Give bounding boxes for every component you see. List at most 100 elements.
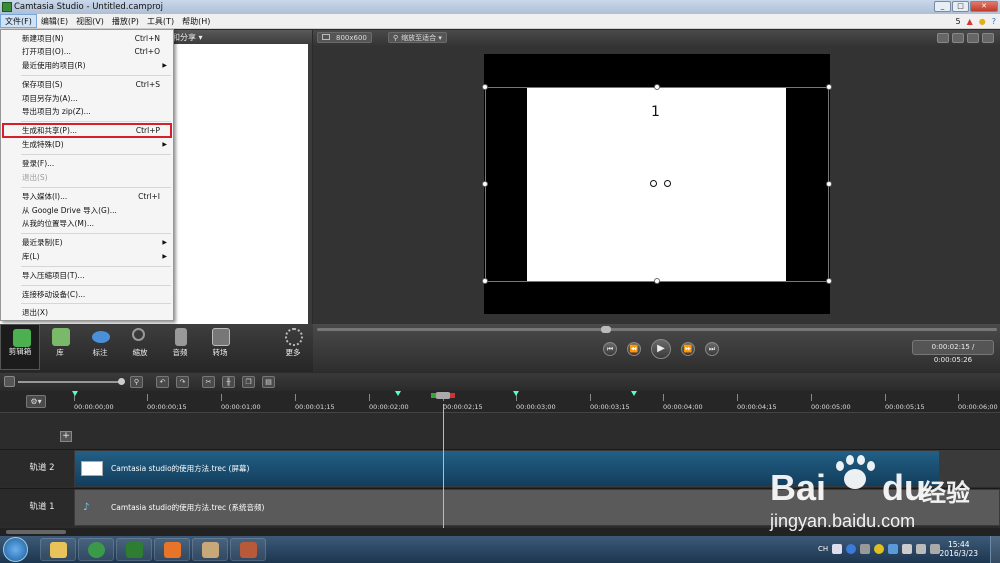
tab-library[interactable]: 库 — [40, 324, 80, 370]
clip-marker-icon[interactable] — [395, 391, 401, 396]
zoom-search-icon[interactable] — [4, 376, 15, 387]
clip-marker-icon[interactable] — [72, 391, 78, 396]
tab-transitions[interactable]: 转场 — [200, 324, 240, 370]
track-name[interactable]: 轨道 2 — [0, 450, 74, 487]
menu-item-new-project[interactable]: 新建项目(N) Ctrl+N — [2, 32, 172, 45]
tab-zoom[interactable]: 缩放 — [120, 324, 160, 370]
menu-item-recent-recordings[interactable]: 最近录制(E) ▶ — [2, 236, 172, 249]
move-handle-icon[interactable] — [664, 180, 671, 187]
redo-icon[interactable]: ↷ — [176, 376, 189, 388]
resize-handle[interactable] — [826, 278, 832, 284]
jump-start-button[interactable]: ⏮ — [603, 342, 617, 356]
cut-icon[interactable]: ✂ — [202, 376, 215, 388]
tab-audio[interactable]: 音频 — [160, 324, 200, 370]
playhead[interactable] — [431, 392, 455, 399]
taskbar-recorder[interactable] — [230, 538, 266, 561]
lightbulb-icon[interactable]: ● — [979, 14, 986, 29]
zoom-slider-knob[interactable] — [118, 378, 125, 385]
menu-tools[interactable]: 工具(T) — [143, 14, 178, 28]
volume-icon[interactable] — [916, 544, 926, 554]
taskbar-paint[interactable] — [192, 538, 228, 561]
timeline-zoom-slider[interactable] — [18, 381, 122, 383]
canvas-size-dropdown[interactable]: 800x600 — [317, 32, 372, 43]
menu-item-exit[interactable]: 退出(X) — [2, 306, 172, 319]
taskbar-explorer[interactable] — [40, 538, 76, 561]
track-name[interactable]: 轨道 1 — [0, 489, 74, 526]
menu-item-save-project[interactable]: 保存项目(S) Ctrl+S — [2, 78, 172, 91]
tray-app-icon[interactable] — [888, 544, 898, 554]
menu-item-open-project[interactable]: 打开项目(O)... Ctrl+O — [2, 45, 172, 58]
menu-item-save-as[interactable]: 项目另存为(A)... — [2, 92, 172, 105]
menu-item-connect-mobile[interactable]: 连接移动设备(C)... — [2, 288, 172, 301]
preview-canvas[interactable]: 1 — [482, 54, 832, 314]
pan-icon[interactable] — [952, 33, 964, 43]
keyboard-icon[interactable] — [832, 544, 842, 554]
menu-edit[interactable]: 编辑(E) — [37, 14, 72, 28]
taskbar-app-orange[interactable] — [154, 538, 190, 561]
jump-end-button[interactable]: ⏭ — [705, 342, 719, 356]
menu-item-import-my-place[interactable]: 从我的位置导入(M)... — [2, 217, 172, 230]
play-button[interactable]: ▶ — [651, 339, 671, 359]
menu-view[interactable]: 视图(V) — [72, 14, 108, 28]
menu-item-import-google-drive[interactable]: 从 Google Drive 导入(G)... — [2, 204, 172, 217]
flag-icon[interactable] — [902, 544, 912, 554]
menu-item-produce-special[interactable]: 生成特殊(D) ▶ — [2, 138, 172, 151]
menu-item-import-media[interactable]: 导入媒体(I)... Ctrl+I — [2, 190, 172, 203]
language-indicator[interactable]: CH — [818, 545, 828, 553]
fast-forward-button[interactable]: ⏩ — [681, 342, 695, 356]
tab-more[interactable]: 更多 — [273, 324, 313, 370]
resize-handle[interactable] — [482, 278, 488, 284]
scrubber-knob[interactable] — [601, 326, 611, 333]
start-button[interactable] — [3, 537, 28, 562]
menu-item-import-zip[interactable]: 导入压缩项目(T)... — [2, 269, 172, 282]
clip-marker-icon[interactable] — [513, 391, 519, 396]
close-button[interactable]: ✕ — [970, 1, 998, 12]
alert-icon[interactable]: ▲ — [967, 14, 973, 29]
zoom-in-icon[interactable]: ⚲ — [130, 376, 143, 388]
zoom-dropdown[interactable]: ⚲ 缩放至适合 ▾ — [388, 32, 447, 43]
maximize-button[interactable]: □ — [952, 1, 969, 12]
tab-clip-bin[interactable]: 剪辑箱 — [0, 324, 40, 370]
help-icon[interactable]: ? — [992, 14, 996, 29]
tab-callouts[interactable]: 标注 — [80, 324, 120, 370]
menu-play[interactable]: 播放(P) — [108, 14, 143, 28]
fullscreen-icon[interactable] — [982, 33, 994, 43]
empty-track-area[interactable]: + — [0, 414, 1000, 449]
timeline-ruler[interactable]: ⚙▾ 00:00:00;00 00:00:00;15 00:00:01;00 0… — [0, 391, 1000, 413]
gear-icon[interactable]: ⚙▾ — [26, 395, 46, 408]
help-tray-icon[interactable] — [846, 544, 856, 554]
minimize-button[interactable]: _ — [934, 1, 951, 12]
taskbar-camtasia[interactable] — [116, 538, 152, 561]
security-icon[interactable] — [874, 544, 884, 554]
scrollbar-thumb[interactable] — [6, 530, 66, 534]
preview-scrubber[interactable] — [317, 328, 997, 331]
resize-handle[interactable] — [826, 84, 832, 90]
menu-file[interactable]: 文件(F) — [0, 14, 37, 28]
resize-handle[interactable] — [654, 84, 660, 90]
split-icon[interactable]: ╫ — [222, 376, 235, 388]
resize-handle[interactable] — [654, 278, 660, 284]
tray-extra-icon[interactable] — [930, 544, 940, 554]
taskbar-app-green[interactable] — [78, 538, 114, 561]
network-icon[interactable] — [860, 544, 870, 554]
undo-icon[interactable]: ↶ — [156, 376, 169, 388]
rewind-button[interactable]: ⏪ — [627, 342, 641, 356]
crop-icon[interactable] — [937, 33, 949, 43]
add-track-button[interactable]: + — [60, 431, 72, 442]
taskbar-clock[interactable]: 15:44 2016/3/23 — [940, 540, 978, 558]
rotate-handle-icon[interactable] — [650, 180, 657, 187]
menu-help[interactable]: 帮助(H) — [178, 14, 214, 28]
menu-item-export-zip[interactable]: 导出项目为 zip(Z)... — [2, 105, 172, 118]
resize-handle[interactable] — [826, 181, 832, 187]
resize-handle[interactable] — [482, 84, 488, 90]
show-desktop-button[interactable] — [990, 536, 1000, 563]
menu-item-login[interactable]: 登录(F)... — [2, 157, 172, 170]
paste-icon[interactable]: ▤ — [262, 376, 275, 388]
copy-icon[interactable]: ❐ — [242, 376, 255, 388]
detach-icon[interactable] — [967, 33, 979, 43]
menu-item-recent-projects[interactable]: 最近使用的项目(R) ▶ — [2, 59, 172, 72]
resize-handle[interactable] — [482, 181, 488, 187]
produce-share-button[interactable]: 和分享 ▾ — [172, 32, 203, 43]
menu-item-library[interactable]: 库(L) ▶ — [2, 250, 172, 263]
clip-marker-icon[interactable] — [631, 391, 637, 396]
